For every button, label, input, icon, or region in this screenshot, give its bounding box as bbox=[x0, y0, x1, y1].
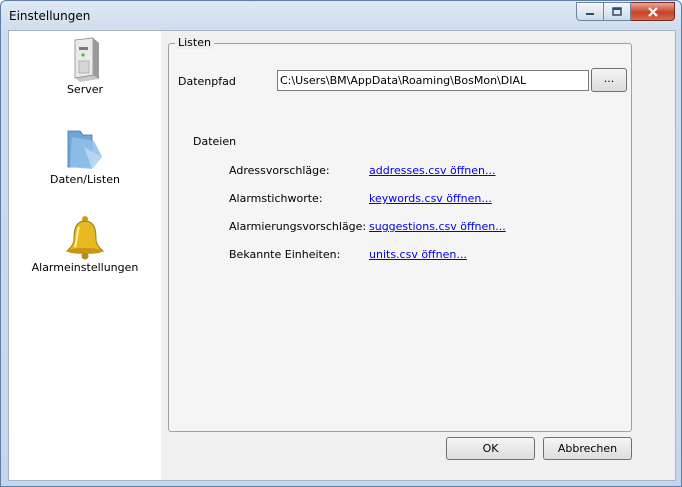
lists-group: Listen Datenpfad C:\Users\BM\AppData\Roa… bbox=[168, 36, 632, 432]
folder-icon bbox=[67, 130, 102, 169]
caption-buttons bbox=[576, 2, 675, 21]
settings-window: Einstellungen Server Daten/Listen Alarme… bbox=[0, 0, 682, 487]
server-icon bbox=[74, 37, 99, 82]
window-title: Einstellungen bbox=[9, 9, 91, 23]
minimize-icon bbox=[586, 12, 594, 15]
sidebar-item-label: Daten/Listen bbox=[50, 173, 120, 186]
sidebar-item-server[interactable]: Server bbox=[9, 37, 161, 96]
sidebar-item-label: Alarmeinstellungen bbox=[31, 261, 139, 274]
keywords-link[interactable]: keywords.csv öffnen... bbox=[369, 192, 492, 205]
sidebar-item-label: Server bbox=[66, 83, 104, 96]
close-button[interactable] bbox=[631, 2, 675, 21]
close-icon bbox=[647, 6, 658, 17]
units-label: Bekannte Einheiten: bbox=[229, 248, 341, 261]
files-heading: Dateien bbox=[193, 135, 237, 148]
bell-icon bbox=[65, 216, 105, 260]
sidebar-item-alarmeinstellungen[interactable]: Alarmeinstellungen bbox=[9, 215, 161, 274]
group-title: Listen bbox=[175, 36, 214, 49]
suggestions-label: Alarmierungsvorschläge: bbox=[229, 220, 367, 233]
units-link[interactable]: units.csv öffnen... bbox=[369, 248, 467, 261]
minimize-button[interactable] bbox=[576, 2, 604, 21]
maximize-button[interactable] bbox=[604, 2, 631, 21]
data-path-label: Datenpfad bbox=[178, 75, 236, 88]
addresses-link[interactable]: addresses.csv öffnen... bbox=[369, 164, 496, 177]
suggestions-link[interactable]: suggestions.csv öffnen... bbox=[369, 220, 506, 233]
data-path-input[interactable]: C:\Users\BM\AppData\Roaming\BosMon\DIAL bbox=[277, 70, 589, 91]
title-bar[interactable]: Einstellungen bbox=[1, 1, 681, 30]
cancel-button[interactable]: Abbrechen bbox=[543, 437, 632, 460]
maximize-icon bbox=[612, 7, 622, 16]
dialog-body: Server Daten/Listen Alarmeinstellungen L… bbox=[8, 30, 676, 481]
keywords-label: Alarmstichworte: bbox=[229, 192, 323, 205]
browse-button[interactable]: ... bbox=[591, 68, 627, 92]
addresses-label: Adressvorschläge: bbox=[229, 164, 330, 177]
sidebar-item-daten-listen[interactable]: Daten/Listen bbox=[9, 127, 161, 186]
ok-button[interactable]: OK bbox=[446, 437, 535, 460]
sidebar: Server Daten/Listen Alarmeinstellungen bbox=[9, 31, 161, 480]
